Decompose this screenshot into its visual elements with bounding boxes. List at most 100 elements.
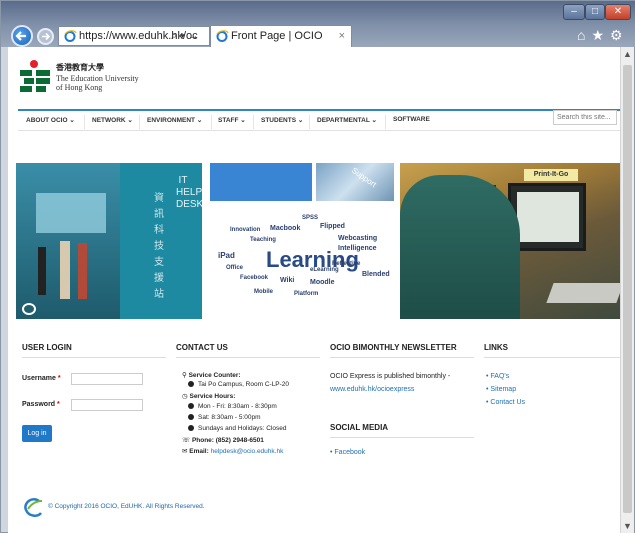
forward-arrow-icon — [42, 32, 51, 41]
scroll-down-icon[interactable]: ▼ — [623, 521, 632, 531]
cloud-word: Facebook — [240, 275, 269, 281]
cloud-word: Wiki — [280, 277, 295, 284]
help-desk-sign-chinese: 資訊科技支援站 — [154, 193, 164, 300]
cloud-word: eLearning — [310, 267, 339, 273]
nav-software[interactable]: SOFTWARE — [393, 116, 430, 123]
password-field[interactable] — [71, 399, 143, 411]
logo-chinese-name: 香港教育大學 — [56, 62, 104, 72]
email-line: ✉ Email: helpdesk@ocio.eduhk.hk — [182, 448, 284, 455]
phone-line: ☏ Phone: (852) 2948-6501 — [182, 437, 264, 444]
tab-close-icon[interactable]: × — [339, 26, 345, 46]
ie-logo-icon — [64, 30, 77, 42]
learning-word-cloud[interactable]: Learning Webcasting Intelligence Reflect… — [210, 205, 394, 319]
toolbar-icons[interactable]: ⌂★⚙ — [577, 27, 629, 44]
nav-divider — [84, 115, 85, 129]
facebook-link[interactable]: • Facebook — [330, 449, 365, 456]
faq-link[interactable]: • FAQ's — [486, 373, 509, 380]
newsletter-link[interactable]: www.eduhk.hk/ocioexpress — [330, 386, 414, 393]
newsletter-text: OCIO Express is published bimonthly - — [330, 373, 451, 380]
logo-english-name-1: The Education University — [56, 74, 139, 83]
computer-lab-image[interactable]: Print-It-Go — [400, 163, 620, 319]
sitemap-link[interactable]: • Sitemap — [486, 386, 516, 393]
maximize-button[interactable]: □ — [585, 4, 605, 20]
cloud-word: Intelligence — [338, 245, 377, 252]
banner-images: IT HELP DESK 資訊科技支援站 Support Learning We… — [16, 163, 620, 319]
main-nav: ABOUT OCIO ⌄ NETWORK ⌄ ENVIRONMENT ⌄ STA… — [18, 109, 620, 131]
cloud-word: Blended — [362, 271, 390, 278]
nav-divider — [385, 115, 386, 129]
username-field[interactable] — [71, 373, 143, 385]
cloud-word: Moodle — [310, 279, 335, 286]
person-figure — [78, 243, 87, 299]
monitor-screen — [517, 192, 579, 242]
eduhk-logo-mark — [20, 60, 50, 92]
user-login-heading: USER LOGIN — [22, 343, 166, 358]
newsletter-heading: OCIO BIMONTHLY NEWSLETTER — [330, 343, 474, 358]
service-counter-value: Tai Po Campus, Room C-LP-20 — [188, 381, 289, 388]
nav-about-ocio[interactable]: ABOUT OCIO ⌄ — [26, 116, 75, 124]
scrollbar-thumb[interactable] — [623, 65, 632, 513]
back-arrow-icon — [15, 31, 26, 41]
back-button[interactable] — [11, 25, 33, 47]
password-label: Password * — [22, 401, 60, 408]
contact-us-link[interactable]: • Contact Us — [486, 399, 525, 406]
nav-staff[interactable]: STAFF ⌄ — [218, 116, 246, 124]
nav-network[interactable]: NETWORK ⌄ — [92, 116, 133, 124]
nav-students[interactable]: STUDENTS ⌄ — [261, 116, 303, 124]
nav-departmental[interactable]: DEPARTMENTAL ⌄ — [317, 116, 377, 124]
email-link[interactable]: helpdesk@ocio.eduhk.hk — [211, 448, 284, 455]
ie-tab-icon — [216, 30, 229, 42]
eduhk-logo[interactable]: 香港教育大學 The Education University of Hong … — [20, 59, 150, 95]
service-hours-label: ◷ Service Hours: — [182, 393, 236, 400]
links-heading: LINKS — [484, 343, 620, 358]
print-it-go-sign: Print-It-Go — [524, 169, 578, 181]
person-figure — [60, 241, 70, 299]
tab-front-page[interactable]: Front Page | OCIO × — [210, 25, 352, 47]
cloud-word: Mobile — [254, 289, 273, 295]
it-help-desk-image[interactable]: IT HELP DESK 資訊科技支援站 — [16, 163, 202, 319]
service-counter-label: ⚲ Service Counter: — [182, 372, 241, 379]
cloud-word: Webcasting — [338, 235, 378, 242]
browser-window: – □ ✕ https://www.eduhk.hk/oc ⌕ ▾ → Fron… — [0, 0, 635, 533]
title-bar: – □ ✕ https://www.eduhk.hk/oc ⌕ ▾ → Fron… — [1, 1, 635, 47]
person-figure — [38, 247, 46, 295]
nav-divider — [139, 115, 140, 129]
web-page: 香港教育大學 The Education University of Hong … — [8, 47, 620, 533]
nav-divider — [211, 115, 212, 129]
hours-weekday: Mon - Fri: 8:30am - 8:30pm — [188, 403, 277, 410]
nav-divider — [253, 115, 254, 129]
username-label: Username * — [22, 375, 61, 382]
support-key-label: Support — [349, 165, 379, 190]
address-tools[interactable]: ⌕ ▾ → — [171, 26, 199, 46]
cloud-word: Macbook — [270, 225, 301, 232]
search-input[interactable] — [553, 110, 617, 125]
scroll-up-icon[interactable]: ▲ — [623, 49, 632, 59]
copyright: © Copyright 2016 OCIO, EdUHK. All Rights… — [22, 497, 322, 517]
help-desk-window — [36, 193, 106, 233]
hours-holidays: Sundays and Holidays: Closed — [188, 425, 287, 432]
ocio-logo-icon — [22, 303, 36, 315]
contact-us-heading: CONTACT US — [176, 343, 320, 358]
ocio-logo-icon — [24, 498, 43, 517]
cloud-word: Flipped — [320, 223, 345, 230]
blue-tile — [210, 163, 312, 201]
cloud-word: Teaching — [250, 237, 276, 243]
social-media-heading: SOCIAL MEDIA — [330, 423, 474, 438]
cloud-word: Office — [226, 265, 244, 271]
cloud-word: Innovation — [230, 227, 261, 233]
tab-title: Front Page | OCIO — [231, 30, 323, 42]
student-figure — [400, 175, 520, 319]
cloud-word: Platform — [294, 291, 319, 297]
keyboard — [546, 283, 620, 303]
minimize-button[interactable]: – — [563, 4, 585, 20]
vertical-scrollbar[interactable]: ▲ ▼ — [620, 47, 634, 533]
cloud-word: SPSS — [302, 215, 319, 221]
close-window-button[interactable]: ✕ — [605, 4, 631, 20]
nav-divider — [309, 115, 310, 129]
forward-button[interactable] — [37, 28, 54, 45]
support-key-image[interactable]: Support — [316, 163, 394, 201]
cloud-word: iPad — [218, 251, 235, 260]
hours-saturday: Sat: 8:30am - 5:00pm — [188, 414, 261, 421]
nav-environment[interactable]: ENVIRONMENT ⌄ — [147, 116, 202, 124]
login-button[interactable]: Log in — [22, 425, 52, 442]
